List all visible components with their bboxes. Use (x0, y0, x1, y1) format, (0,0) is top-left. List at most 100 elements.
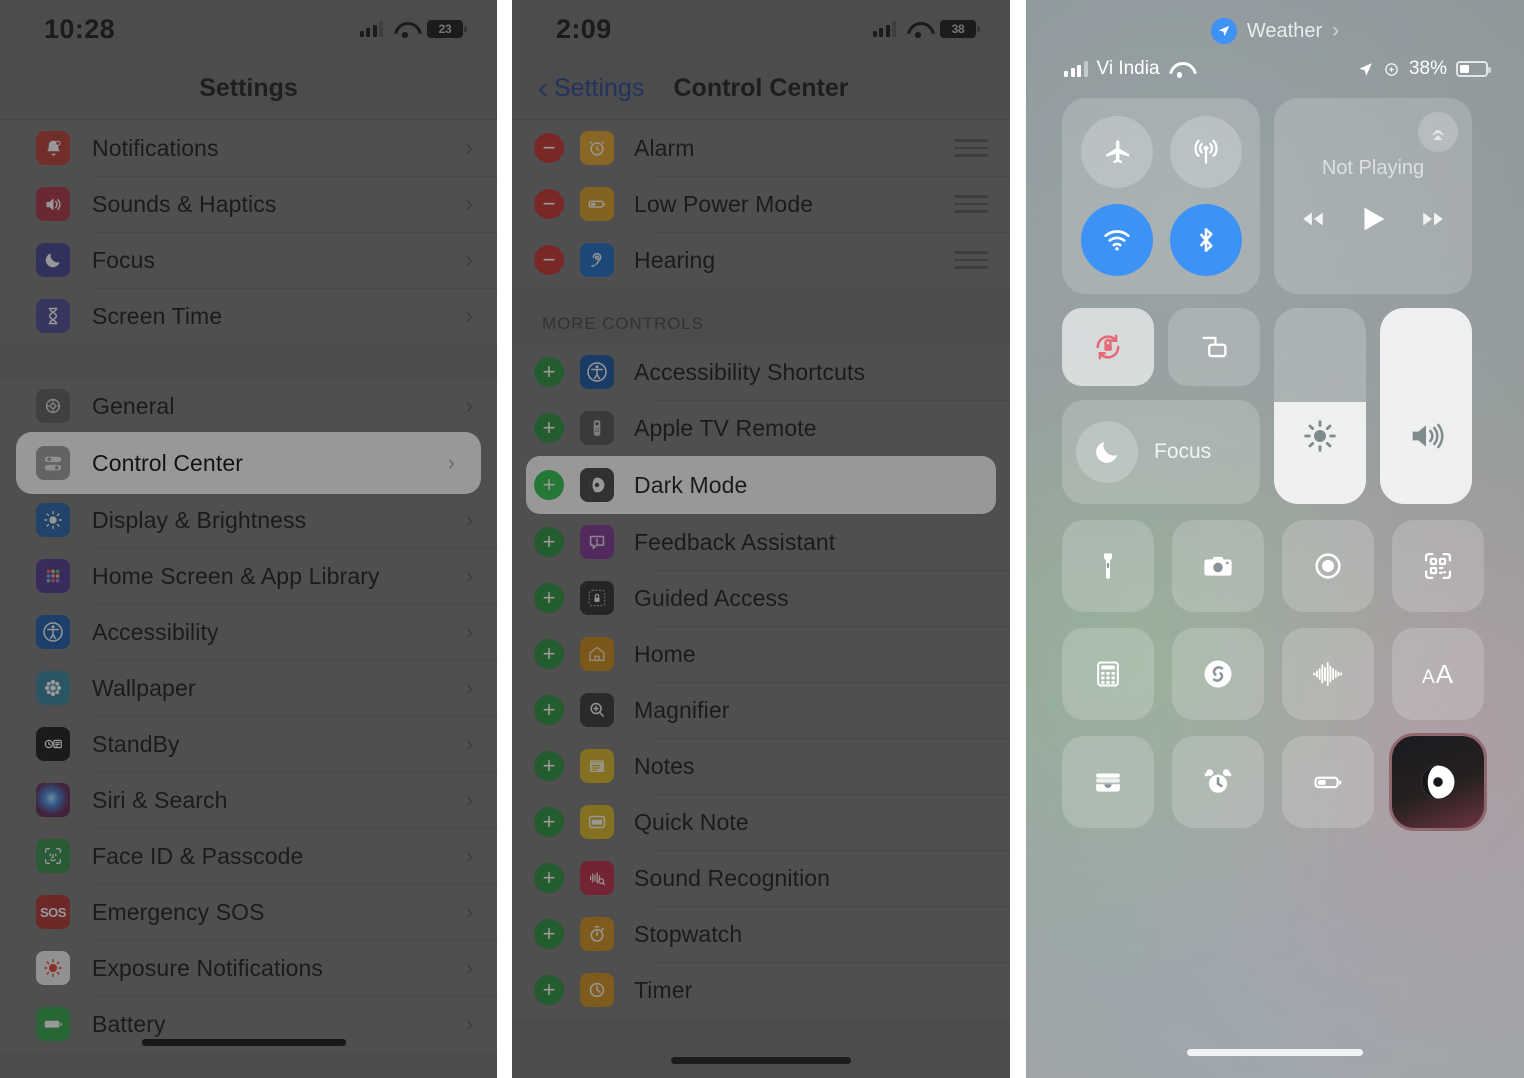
add-icon[interactable]: + (534, 919, 564, 949)
cc-row-home[interactable]: + Home (512, 626, 1010, 682)
brightness-slider[interactable] (1274, 308, 1366, 504)
sidebar-item-label: StandBy (92, 730, 180, 757)
sidebar-item-battery[interactable]: Battery › (0, 996, 497, 1052)
sidebar-item-emergency-sos[interactable]: SOS Emergency SOS › (0, 884, 497, 940)
cc-row-1: Not Playing (1062, 98, 1488, 294)
accessibility-icon (580, 355, 614, 389)
cc-row-magnifier[interactable]: + Magnifier (512, 682, 1010, 738)
sidebar-item-accessibility[interactable]: Accessibility › (0, 604, 497, 660)
cc-left-top (1062, 308, 1260, 386)
cc-row-guided-access[interactable]: + Guided Access (512, 570, 1010, 626)
remove-icon[interactable]: − (534, 245, 564, 275)
text-size-icon[interactable]: AA (1392, 628, 1484, 720)
cc-row-dark-mode[interactable]: + Dark Mode (526, 456, 996, 514)
screen-record-icon[interactable] (1282, 520, 1374, 612)
focus-tile[interactable]: Focus (1062, 400, 1260, 504)
battery-percent-label: 38% (1408, 58, 1447, 79)
back-button[interactable]: ‹ Settings (538, 73, 644, 104)
calculator-icon[interactable] (1062, 628, 1154, 720)
status-indicators: 38 (872, 20, 980, 38)
connectivity-module[interactable] (1062, 98, 1260, 294)
settings-scroll[interactable]: Notifications › Sounds & Haptics › Focus… (0, 120, 497, 1078)
wifi-icon[interactable] (1080, 204, 1153, 276)
sidebar-item-label: Emergency SOS (92, 898, 265, 925)
camera-icon[interactable] (1172, 520, 1264, 612)
sidebar-item-label: Accessibility (92, 618, 219, 645)
cc-row-timer[interactable]: + Timer (512, 962, 1010, 1018)
status-indicators: 23 (359, 20, 467, 38)
add-icon[interactable]: + (534, 639, 564, 669)
flashlight-icon[interactable] (1062, 520, 1154, 612)
remove-icon[interactable]: − (534, 189, 564, 219)
sidebar-item-focus[interactable]: Focus › (0, 232, 497, 288)
qr-scanner-icon[interactable] (1392, 520, 1484, 612)
rewind-icon[interactable] (1300, 206, 1326, 232)
sidebar-item-wallpaper[interactable]: Wallpaper › (0, 660, 497, 716)
flower-icon (36, 671, 70, 705)
chevron-right-icon: › (465, 731, 473, 756)
volume-slider[interactable] (1380, 308, 1472, 504)
drag-handle-icon[interactable] (954, 139, 988, 157)
add-icon[interactable]: + (534, 863, 564, 893)
sidebar-item-label: Siri & Search (92, 786, 228, 813)
fast-forward-icon[interactable] (1420, 206, 1446, 232)
add-icon[interactable]: + (534, 583, 564, 613)
sidebar-item-exposure-notifications[interactable]: Exposure Notifications › (0, 940, 497, 996)
alarm-icon[interactable] (1172, 736, 1264, 828)
sidebar-item-display-brightness[interactable]: Display & Brightness › (0, 492, 497, 548)
cc-row-feedback-assistant[interactable]: + Feedback Assistant (512, 514, 1010, 570)
dark-mode-icon[interactable] (1392, 736, 1484, 828)
cc-row-hearing[interactable]: − Hearing (512, 232, 1010, 288)
cc-status-left: Vi India (1064, 58, 1191, 80)
cellular-data-icon[interactable] (1169, 116, 1242, 188)
bluetooth-icon[interactable] (1169, 204, 1242, 276)
sidebar-item-general[interactable]: General › (0, 378, 497, 434)
weather-pill[interactable]: Weather › (1026, 0, 1524, 48)
cc-row-quick-note[interactable]: + Quick Note (512, 794, 1010, 850)
sidebar-item-home-screen[interactable]: Home Screen & App Library › (0, 548, 497, 604)
add-icon[interactable]: + (534, 470, 564, 500)
cc-row-stopwatch[interactable]: + Stopwatch (512, 906, 1010, 962)
airplay-icon[interactable] (1418, 112, 1458, 152)
cc-row-accessibility-shortcuts[interactable]: + Accessibility Shortcuts (512, 344, 1010, 400)
cc-row-notes[interactable]: + Notes (512, 738, 1010, 794)
cc-row-sound-recognition[interactable]: + Sound Recognition (512, 850, 1010, 906)
media-module[interactable]: Not Playing (1274, 98, 1472, 294)
sidebar-item-notifications[interactable]: Notifications › (0, 120, 497, 176)
cc-row-label: Low Power Mode (634, 190, 814, 217)
sound-recognition-icon[interactable] (1282, 628, 1374, 720)
rotation-lock-icon[interactable] (1062, 308, 1154, 386)
remove-icon[interactable]: − (534, 133, 564, 163)
airplane-mode-icon[interactable] (1080, 116, 1153, 188)
sidebar-item-control-center[interactable]: Control Center › (18, 434, 479, 492)
add-icon[interactable]: + (534, 695, 564, 725)
wallet-icon[interactable] (1062, 736, 1154, 828)
cc-row-alarm[interactable]: − Alarm (512, 120, 1010, 176)
settings-group-2: General › Control Center › Display & Bri… (0, 378, 497, 1052)
sidebar-item-face-id[interactable]: Face ID & Passcode › (0, 828, 497, 884)
add-icon[interactable]: + (534, 413, 564, 443)
brightness-icon (1274, 308, 1366, 504)
add-icon[interactable]: + (534, 807, 564, 837)
cc-row-low-power-mode[interactable]: − Low Power Mode (512, 176, 1010, 232)
play-icon[interactable] (1356, 202, 1390, 236)
drag-handle-icon[interactable] (954, 251, 988, 269)
add-icon[interactable]: + (534, 975, 564, 1005)
sidebar-item-sounds-haptics[interactable]: Sounds & Haptics › (0, 176, 497, 232)
cc-settings-scroll[interactable]: − Alarm − Low Power Mode − Hearing MORE … (512, 120, 1010, 1078)
screen-mirroring-icon[interactable] (1168, 308, 1260, 386)
battery-icon: 23 (427, 20, 467, 38)
cc-row-apple-tv-remote[interactable]: + Apple TV Remote (512, 400, 1010, 456)
sidebar-item-standby[interactable]: StandBy › (0, 716, 497, 772)
battery-icon (1456, 61, 1491, 77)
add-icon[interactable]: + (534, 751, 564, 781)
sidebar-item-siri-search[interactable]: Siri & Search › (0, 772, 497, 828)
shazam-icon[interactable] (1172, 628, 1264, 720)
low-power-icon[interactable] (1282, 736, 1374, 828)
add-icon[interactable]: + (534, 527, 564, 557)
add-icon[interactable]: + (534, 357, 564, 387)
drag-handle-icon[interactable] (954, 195, 988, 213)
panel-control-center-settings: 2:09 38 ‹ Settings Control Center − Alar… (512, 0, 1010, 1078)
sidebar-item-screen-time[interactable]: Screen Time › (0, 288, 497, 344)
